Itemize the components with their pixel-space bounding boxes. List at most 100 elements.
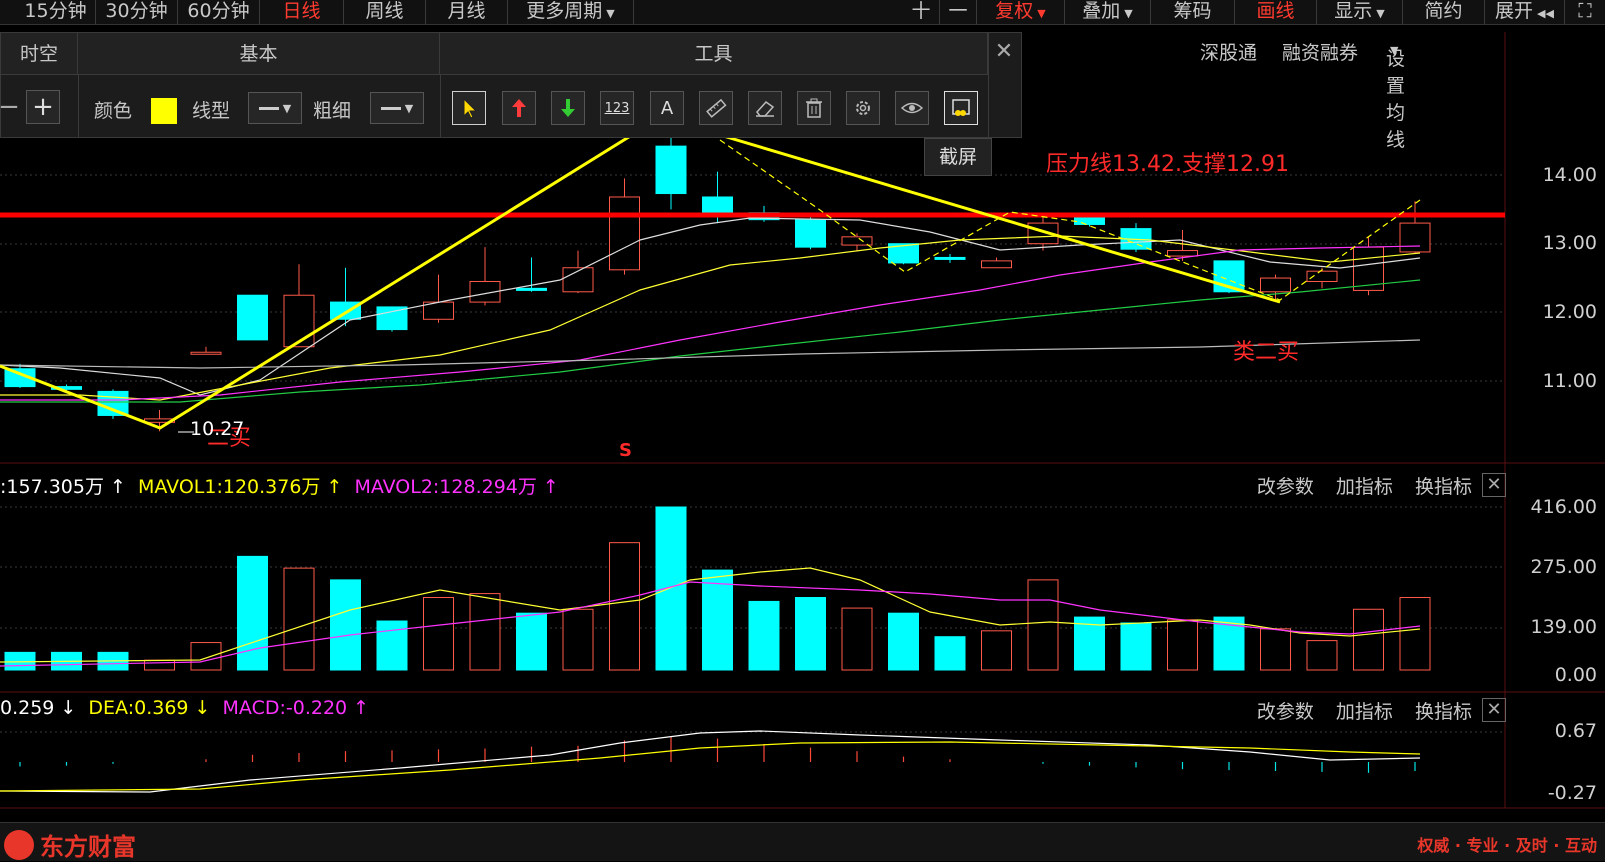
candle-body xyxy=(702,196,733,214)
volume-bar xyxy=(1027,579,1059,671)
ruler-tool[interactable] xyxy=(699,91,733,125)
candle-body xyxy=(1399,222,1431,253)
divider xyxy=(988,33,989,137)
volume-bar xyxy=(516,612,547,671)
dif-line xyxy=(0,730,1421,793)
volume-bar xyxy=(1353,608,1384,671)
section-tools: 工具 xyxy=(440,33,988,75)
dea-value: DEA:0.369 ↓ xyxy=(88,697,211,719)
switch-indicator-button[interactable]: 换指标 xyxy=(1415,701,1472,723)
ruler-icon xyxy=(706,98,727,118)
candle-body xyxy=(516,287,547,291)
mavol2-value: MAVOL2:128.294万 ↑ xyxy=(354,476,559,498)
volume-bar xyxy=(1399,597,1431,671)
line-sample-icon xyxy=(258,106,279,110)
volume-axis-tick: 139.00 xyxy=(1530,616,1597,638)
volume-bar xyxy=(376,620,408,671)
thickness-label: 粗细 xyxy=(313,100,352,122)
chevron-down-icon: ▼ xyxy=(1390,44,1399,57)
volume-bar xyxy=(1120,622,1152,671)
slogan: 权威 · 专业 · 及时 · 互动 xyxy=(1417,836,1597,855)
line-sample-icon xyxy=(380,106,401,110)
volume-bar xyxy=(888,612,919,671)
candle-body xyxy=(655,145,687,195)
eraser-icon xyxy=(756,101,775,117)
price-axis-tick: 13.00 xyxy=(1542,232,1597,254)
volume-bar xyxy=(702,569,733,671)
low-price-label: 10.27 xyxy=(190,418,245,440)
candle-body xyxy=(190,351,222,355)
add-indicator-button[interactable]: 加指标 xyxy=(1336,476,1393,498)
linetype-dropdown[interactable]: ▼ xyxy=(248,92,302,124)
resistance-support-annotation: 压力线13.42.支撑12.91 xyxy=(1046,152,1289,177)
screenshot-tool[interactable] xyxy=(944,91,978,125)
measure-123-tool[interactable]: 123 xyxy=(600,91,634,125)
visibility-tool[interactable] xyxy=(895,91,929,125)
eraser-tool[interactable] xyxy=(748,91,782,125)
volume-bar xyxy=(469,593,501,671)
volume-bar xyxy=(144,659,175,671)
brand-logo: 东方财富 xyxy=(4,827,136,862)
minus-button[interactable]: − xyxy=(0,90,26,124)
text-tool[interactable]: A xyxy=(650,91,684,125)
macd-axis-tick: 0.67 xyxy=(1554,720,1597,742)
margin-trading-link[interactable]: 融资融券 xyxy=(1282,38,1358,65)
linetype-label: 线型 xyxy=(192,100,231,122)
cursor-tool[interactable] xyxy=(452,91,486,125)
footer-bar: 东方财富 权威 · 专业 · 及时 · 互动 xyxy=(0,822,1605,861)
down-arrow-icon xyxy=(561,99,575,117)
candle-body xyxy=(237,294,268,341)
measure-123-icon: 123 xyxy=(604,100,630,116)
add-indicator-button[interactable]: 加指标 xyxy=(1336,701,1393,723)
text-icon: A xyxy=(660,97,674,119)
volume-bar xyxy=(1260,628,1291,671)
edit-params-button[interactable]: 改参数 xyxy=(1257,476,1314,498)
volume-axis-tick: 416.00 xyxy=(1530,496,1597,518)
brand-name: 东方财富 xyxy=(40,833,136,861)
divider xyxy=(440,75,441,137)
screenshot-icon xyxy=(952,99,970,116)
sell-signal-marker: S xyxy=(619,440,632,461)
close-macd-panel-icon[interactable]: ✕ xyxy=(1482,698,1506,722)
macd-indicator-values: 0.259 ↓ DEA:0.369 ↓ MACD:-0.220 ↑ xyxy=(0,697,375,719)
cursor-icon xyxy=(463,97,478,119)
candle-body xyxy=(1167,250,1198,257)
candle-body xyxy=(609,196,640,271)
ma-yellow-line xyxy=(0,235,1421,401)
shenzhen-connect-link[interactable]: 深股通 xyxy=(1200,38,1257,65)
mavol1-value: MAVOL1:120.376万 ↑ xyxy=(137,476,343,498)
volume-indicator-values: :157.305万 ↑ MAVOL1:120.376万 ↑ MAVOL2:128… xyxy=(0,472,565,499)
volume-bar xyxy=(190,642,222,671)
up-arrow-tool[interactable] xyxy=(502,91,536,125)
ma-white-line xyxy=(0,217,1421,396)
color-label: 颜色 xyxy=(94,100,133,122)
volume-bar xyxy=(330,579,361,671)
settings-tool[interactable] xyxy=(846,91,880,125)
delete-tool[interactable] xyxy=(797,91,831,125)
dif-value: 0.259 ↓ xyxy=(0,697,77,719)
switch-indicator-button[interactable]: 换指标 xyxy=(1415,476,1472,498)
section-timespace[interactable]: 时空 xyxy=(1,33,78,75)
volume-bar xyxy=(237,555,268,671)
volume-bar xyxy=(981,630,1012,671)
volume-bar xyxy=(795,597,826,671)
candle-body xyxy=(981,260,1012,269)
chevron-down-icon: ▼ xyxy=(282,101,292,115)
plus-button[interactable]: + xyxy=(26,90,60,124)
price-axis-tick: 11.00 xyxy=(1542,370,1597,392)
up-arrow-icon xyxy=(512,99,526,117)
volume-bar xyxy=(934,636,966,671)
volume-bar xyxy=(1306,640,1338,671)
candle-body xyxy=(376,306,408,331)
edit-params-button[interactable]: 改参数 xyxy=(1257,701,1314,723)
price-axis-tick: 12.00 xyxy=(1542,301,1597,323)
volume-bar xyxy=(655,506,687,671)
chevron-down-icon: ▼ xyxy=(404,101,414,115)
candle-body xyxy=(934,256,966,260)
macd-histogram xyxy=(19,736,1416,773)
thickness-dropdown[interactable]: ▼ xyxy=(370,92,424,124)
down-arrow-tool[interactable] xyxy=(551,91,585,125)
logo-icon xyxy=(4,829,34,860)
close-volume-panel-icon[interactable]: ✕ xyxy=(1482,473,1506,497)
color-swatch[interactable] xyxy=(151,98,177,124)
